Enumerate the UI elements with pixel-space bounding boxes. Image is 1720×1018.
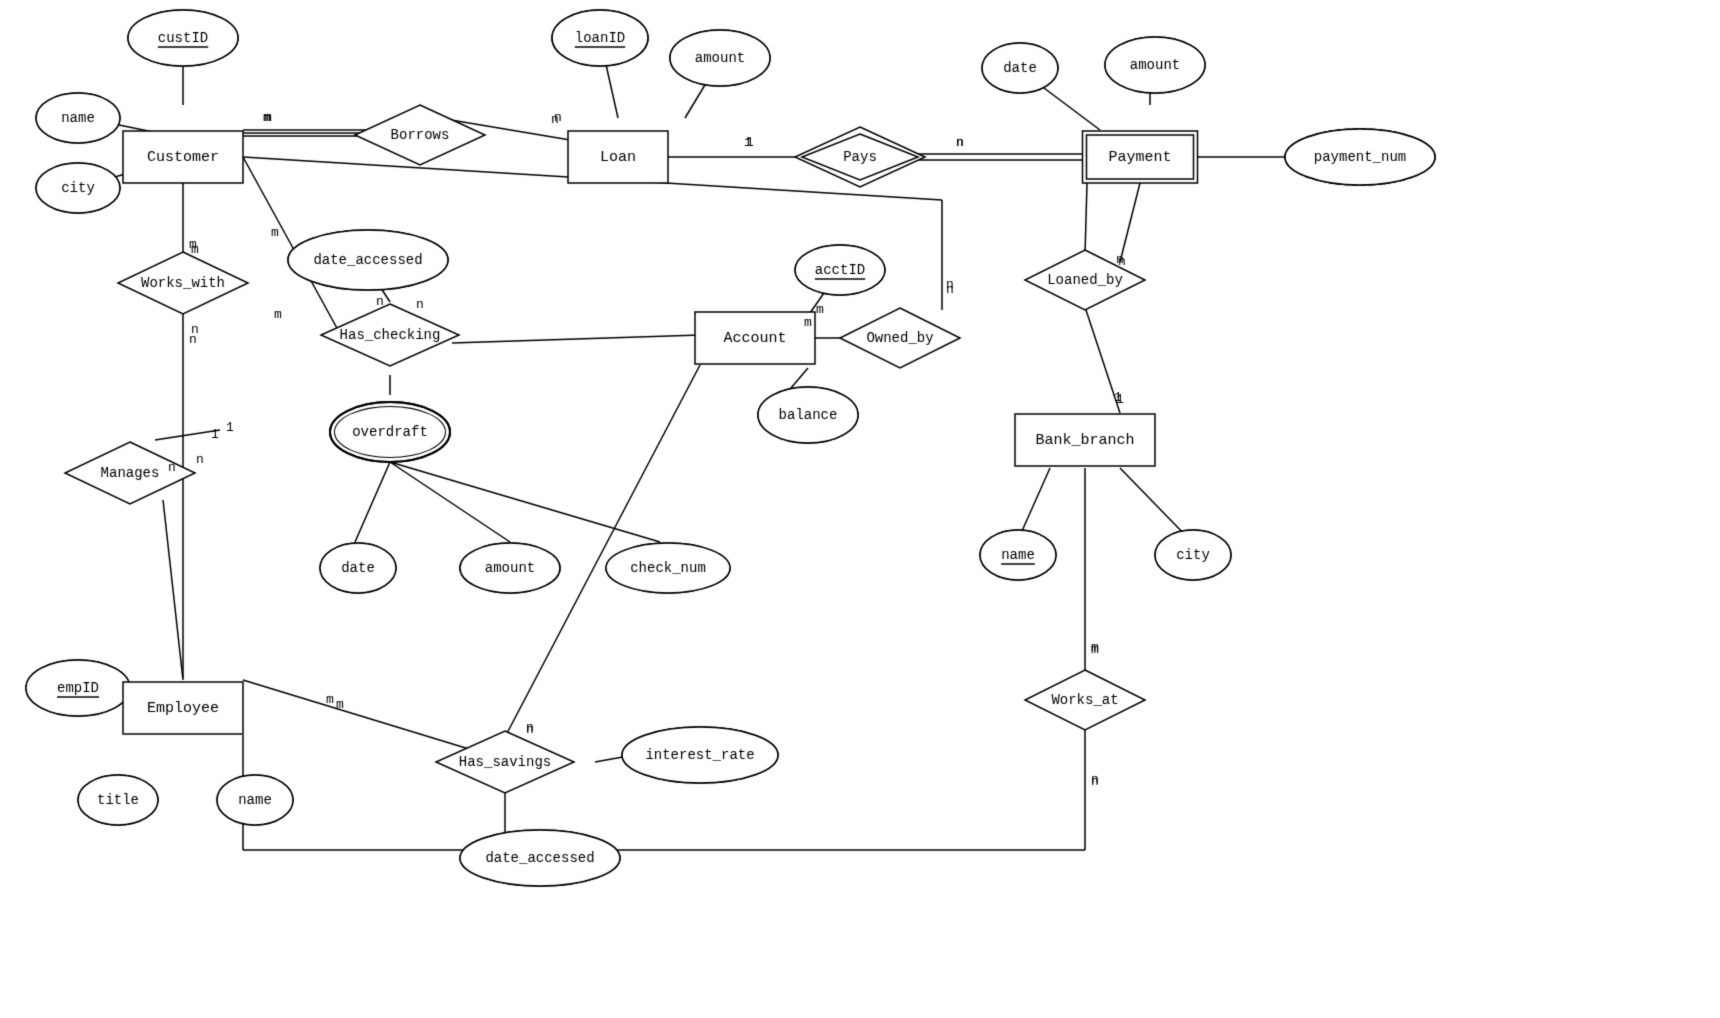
er-diagram-canvas bbox=[0, 0, 1720, 1018]
